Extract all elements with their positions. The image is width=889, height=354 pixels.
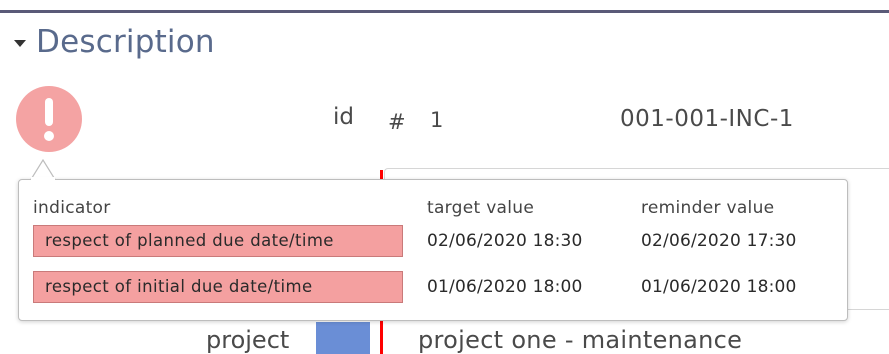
id-value: 1 <box>430 108 444 132</box>
indicator-badge: respect of planned due date/time <box>33 225 403 257</box>
target-value-header: target value <box>427 198 535 218</box>
reminder-value-header: reminder value <box>641 198 775 218</box>
project-color-swatch <box>316 322 370 354</box>
indicator-tooltip: indicator target value reminder value re… <box>18 177 848 321</box>
top-divider <box>0 10 889 13</box>
caret-down-icon <box>14 39 26 47</box>
section-title: Description <box>36 24 215 60</box>
page: Description id # 1 001-001-INC-1 project… <box>0 0 889 354</box>
indicator-badge: respect of initial due date/time <box>33 271 403 303</box>
target-value: 02/06/2020 18:30 <box>427 231 583 251</box>
exclamation-icon[interactable] <box>16 86 82 152</box>
id-label: id <box>333 104 354 130</box>
target-value: 01/06/2020 18:00 <box>427 277 583 297</box>
tooltip-arrow-mask <box>31 177 55 183</box>
reminder-value: 02/06/2020 17:30 <box>641 231 797 251</box>
indicator-header: indicator <box>33 198 111 218</box>
project-label: project <box>206 326 290 354</box>
project-value: project one - maintenance <box>418 326 743 354</box>
reminder-value: 01/06/2020 18:00 <box>641 277 797 297</box>
description-section-toggle[interactable]: Description <box>14 22 215 62</box>
hash-icon: # <box>388 110 406 134</box>
reference-value: 001-001-INC-1 <box>620 106 794 132</box>
